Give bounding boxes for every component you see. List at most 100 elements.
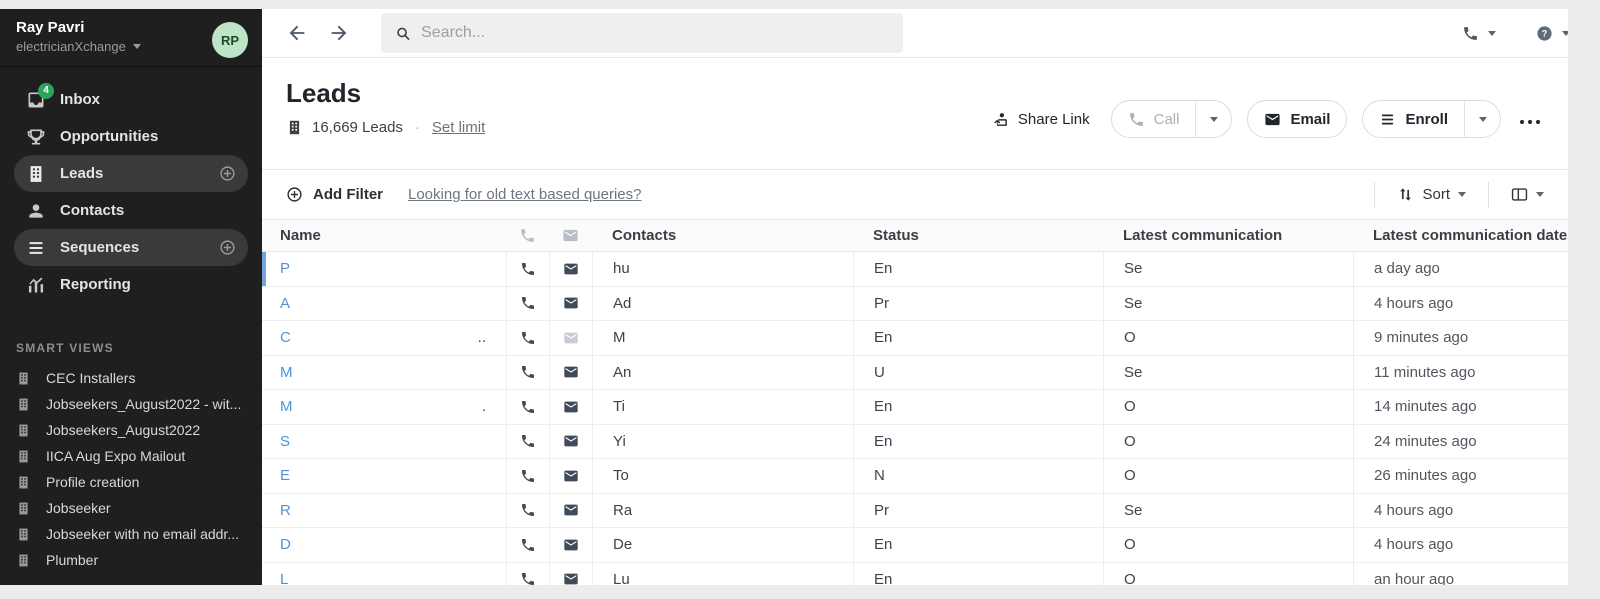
phone-icon[interactable] [520,364,536,380]
table-row[interactable]: EToNO26 minutes ago [262,459,1568,494]
phone-icon[interactable] [520,433,536,449]
phone-icon [1462,25,1479,42]
search-input[interactable] [421,24,889,42]
mail-icon[interactable] [563,295,579,311]
share-link-button[interactable]: Share Link [992,111,1090,128]
sidebar-item-label: Inbox [60,91,100,108]
sidebar-item-contacts[interactable]: Contacts [14,192,248,229]
column-header-phone[interactable] [506,220,549,251]
sort-button[interactable]: Sort [1397,186,1466,203]
phone-icon[interactable] [520,261,536,277]
table-row[interactable]: C..MEnO9 minutes ago [262,321,1568,356]
plus-circle-icon[interactable] [219,239,236,256]
table-row[interactable]: SYiEnO24 minutes ago [262,425,1568,460]
smart-view-item[interactable]: Jobseeker with no email addr... [0,521,262,547]
sidebar-item-label: Opportunities [60,128,158,145]
back-arrow-icon[interactable] [286,22,308,44]
lead-name-link[interactable]: L [280,571,288,585]
help-menu[interactable]: ? [1536,25,1568,42]
latest-communication-fragment: O [1124,398,1136,415]
mail-icon[interactable] [563,571,579,585]
column-header-latest-communication-date[interactable]: Latest communication date [1353,220,1568,251]
phone-icon[interactable] [520,571,536,585]
lead-name-link[interactable]: E [280,467,290,484]
mail-icon[interactable] [563,537,579,553]
more-actions-button[interactable] [1516,114,1544,124]
phone-menu[interactable] [1462,25,1496,42]
mail-icon[interactable] [563,399,579,415]
contact-fragment: De [613,536,632,553]
table-row[interactable]: MAnUSe11 minutes ago [262,356,1568,391]
smart-view-item[interactable]: Jobseekers_August2022 - wit... [0,391,262,417]
lead-name-link[interactable]: M [280,398,293,415]
status-fragment: Pr [874,295,889,312]
table-row[interactable]: LLuEnOan hour ago [262,563,1568,586]
search-icon[interactable] [228,340,244,356]
forward-arrow-icon[interactable] [328,22,350,44]
lead-name-link[interactable]: C [280,329,291,346]
table-row[interactable]: DDeEnO4 hours ago [262,528,1568,563]
sidebar-item-sequences[interactable]: Sequences [14,229,248,266]
lead-name-link[interactable]: P [280,260,290,277]
column-header-contacts[interactable]: Contacts [592,220,853,251]
smart-view-item[interactable]: Jobseekers_August2022 [0,417,262,443]
mail-icon[interactable] [563,468,579,484]
latest-communication-fragment: O [1124,433,1136,450]
sidebar-item-opportunities[interactable]: Opportunities [14,118,248,155]
mail-icon[interactable] [563,364,579,380]
phone-icon[interactable] [520,468,536,484]
call-dropdown-button[interactable] [1195,101,1231,137]
mail-icon[interactable] [563,433,579,449]
latest-communication-date: 4 hours ago [1353,494,1568,528]
sidebar-item-reporting[interactable]: Reporting [14,266,248,303]
avatar[interactable]: RP [212,22,248,58]
lead-name-link[interactable]: S [280,433,290,450]
sidebar-item-inbox[interactable]: 4Inbox [14,81,248,118]
lead-name-link[interactable]: A [280,295,290,312]
enroll-dropdown-button[interactable] [1464,101,1500,137]
table-row[interactable]: M.TiEnO14 minutes ago [262,390,1568,425]
plus-circle-icon[interactable] [219,165,236,182]
smart-view-item[interactable]: Plumber [0,547,262,573]
old-queries-link[interactable]: Looking for old text based queries? [408,186,642,203]
lead-name-link[interactable]: R [280,502,291,519]
column-header-latest-communication[interactable]: Latest communication [1103,220,1353,251]
lead-name-link[interactable]: D [280,536,291,553]
set-limit-link[interactable]: Set limit [432,119,485,136]
contact-fragment: Ad [613,295,631,312]
phone-icon[interactable] [520,399,536,415]
phone-icon[interactable] [520,537,536,553]
smart-view-item[interactable]: Profile creation [0,469,262,495]
sidebar-item-leads[interactable]: Leads [14,155,248,192]
smart-view-item[interactable]: IICA Aug Expo Mailout [0,443,262,469]
email-button[interactable]: Email [1248,101,1346,137]
table-row[interactable]: RRaPrSe4 hours ago [262,494,1568,529]
crm-window: Ray Pavri electricianXchange RP 4Inbox Op… [0,9,1568,585]
mail-icon[interactable] [563,502,579,518]
chevron-down-icon [1536,192,1544,197]
columns-button[interactable] [1511,186,1544,203]
chevron-down-icon [1562,31,1568,36]
table-row[interactable]: PhuEnSea day ago [262,252,1568,287]
call-button[interactable]: Call [1112,101,1196,137]
enroll-button[interactable]: Enroll [1363,101,1464,137]
column-header-mail[interactable] [549,220,592,251]
smart-view-item[interactable]: CEC Installers [0,365,262,391]
smart-view-label: Jobseekers_August2022 [46,422,200,438]
table-row[interactable]: AAdPrSe4 hours ago [262,287,1568,322]
phone-icon[interactable] [520,330,536,346]
account-switcher[interactable]: Ray Pavri electricianXchange RP [0,9,262,67]
smart-view-item[interactable]: Jobseeker [0,495,262,521]
column-header-name[interactable]: Name [262,220,506,251]
smart-view-label: Plumber [46,552,98,568]
add-filter-button[interactable]: Add Filter [286,186,383,203]
search-box[interactable] [381,13,903,53]
phone-icon[interactable] [520,502,536,518]
column-header-status[interactable]: Status [853,220,1103,251]
phone-icon[interactable] [520,295,536,311]
mail-icon[interactable] [563,261,579,277]
lead-name-link[interactable]: M [280,364,293,381]
mail-icon[interactable] [563,330,579,346]
table-header: Name Contacts Status Latest communicatio… [262,219,1568,252]
help-icon: ? [1536,25,1553,42]
